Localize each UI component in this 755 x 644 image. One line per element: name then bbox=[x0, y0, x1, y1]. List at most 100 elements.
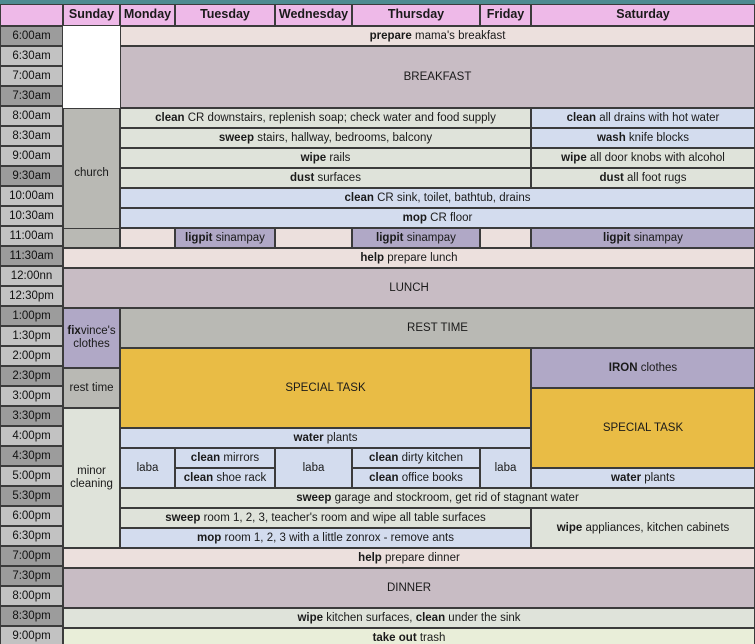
sweep-garage[interactable]: sweep garage and stockroom, get rid of s… bbox=[120, 488, 755, 508]
prepare-mamas-breakfast[interactable]: prepare mama's breakfast bbox=[120, 26, 755, 46]
wash-knife-blocks[interactable]: wash knife blocks bbox=[531, 128, 755, 148]
mop-cr-floor[interactable]: mop CR floor bbox=[120, 208, 755, 228]
special-task-main[interactable]: SPECIAL TASK bbox=[120, 348, 531, 428]
fix-vinces-clothes[interactable]: fixvince's clothes bbox=[63, 308, 120, 368]
minor-cleaning-label: minor cleaning bbox=[66, 465, 117, 490]
ligpit-tuesday[interactable]: ligpit sinampay bbox=[175, 228, 275, 248]
laba-monday[interactable]: laba bbox=[120, 448, 175, 488]
label-bold: clean bbox=[190, 451, 221, 464]
label-rest: kitchen surfaces, bbox=[323, 611, 416, 624]
wipe-appliances[interactable]: wipe appliances, kitchen cabinets bbox=[531, 508, 755, 548]
label-bold: wash bbox=[596, 131, 626, 144]
dinner[interactable]: DINNER bbox=[63, 568, 755, 608]
rest-time-sunday-label: rest time bbox=[69, 382, 113, 395]
dust-foot-rugs[interactable]: dust all foot rugs bbox=[531, 168, 755, 188]
label-bold: clean bbox=[369, 471, 399, 484]
ligpit-monday-blank[interactable] bbox=[120, 228, 175, 248]
sweep-rooms[interactable]: sweep room 1, 2, 3, teacher's room and w… bbox=[120, 508, 531, 528]
day-header-label: Wednesday bbox=[278, 7, 349, 22]
time-label-800pm: 8:00pm bbox=[0, 586, 63, 606]
special-task-saturday[interactable]: SPECIAL TASK bbox=[531, 388, 755, 468]
day-header-saturday: Saturday bbox=[531, 4, 755, 26]
label-rest: BREAKFAST bbox=[403, 70, 472, 83]
time-label-text: 9:00am bbox=[12, 149, 51, 162]
clean-cr-downstairs[interactable]: clean CR downstairs, replenish soap; che… bbox=[120, 108, 531, 128]
iron-clothes[interactable]: IRON clothes bbox=[531, 348, 755, 388]
label-rest: LUNCH bbox=[389, 281, 429, 294]
time-label-text: 8:30pm bbox=[12, 609, 51, 622]
time-label-text: 6:30am bbox=[12, 49, 51, 62]
time-label-300pm: 3:00pm bbox=[0, 386, 63, 406]
mop-rooms[interactable]: mop room 1, 2, 3 with a little zonrox - … bbox=[120, 528, 531, 548]
take-out-trash-label: take out trash bbox=[373, 632, 446, 644]
rest-time[interactable]: REST TIME bbox=[120, 308, 755, 348]
ligpit-thursday[interactable]: ligpit sinampay bbox=[352, 228, 480, 248]
help-prepare-lunch[interactable]: help prepare lunch bbox=[63, 248, 755, 268]
dust-surfaces-label: dust surfaces bbox=[290, 172, 361, 185]
time-label-text: 7:00am bbox=[12, 69, 51, 82]
wipe-rails[interactable]: wipe rails bbox=[120, 148, 531, 168]
wipe-door-knobs[interactable]: wipe all door knobs with alcohol bbox=[531, 148, 755, 168]
clean-all-drains[interactable]: clean all drains with hot water bbox=[531, 108, 755, 128]
time-label-text: 1:00pm bbox=[12, 309, 51, 322]
label-rest: surfaces bbox=[314, 171, 361, 184]
label-bold: sweep bbox=[296, 491, 332, 504]
help-prepare-dinner[interactable]: help prepare dinner bbox=[63, 548, 755, 568]
clean-cr-sink[interactable]: clean CR sink, toilet, bathtub, drains bbox=[120, 188, 755, 208]
help-prepare-dinner-label: help prepare dinner bbox=[358, 552, 460, 565]
label-bold: water bbox=[293, 431, 324, 444]
water-plants-saturday-label: water plants bbox=[611, 472, 675, 485]
time-label-230pm: 2:30pm bbox=[0, 366, 63, 386]
label-bold: prepare bbox=[369, 29, 412, 42]
clean-shoe-rack[interactable]: clean shoe rack bbox=[175, 468, 275, 488]
minor-cleaning[interactable]: minor cleaning bbox=[63, 408, 120, 548]
dust-surfaces[interactable]: dust surfaces bbox=[120, 168, 531, 188]
sweep-garage-label: sweep garage and stockroom, get rid of s… bbox=[296, 492, 579, 505]
ligpit-wednesday-blank[interactable] bbox=[275, 228, 352, 248]
church-label: church bbox=[74, 167, 109, 180]
ligpit-saturday[interactable]: ligpit sinampay bbox=[531, 228, 755, 248]
sweep-rooms-label: sweep room 1, 2, 3, teacher's room and w… bbox=[165, 512, 486, 525]
time-label-530pm: 5:30pm bbox=[0, 486, 63, 506]
breakfast[interactable]: BREAKFAST bbox=[120, 46, 755, 108]
prepare-mamas-breakfast-label: prepare mama's breakfast bbox=[370, 30, 506, 43]
water-plants-weekday-label: water plants bbox=[294, 432, 358, 445]
clean-mirrors[interactable]: clean mirrors bbox=[175, 448, 275, 468]
label-rest: room 1, 2, 3, teacher's room and wipe al… bbox=[200, 511, 486, 524]
ligpit-friday-blank[interactable] bbox=[480, 228, 531, 248]
label-bold: clean bbox=[183, 471, 214, 484]
time-label-text: 8:00pm bbox=[12, 589, 51, 602]
help-prepare-lunch-label: help prepare lunch bbox=[360, 252, 457, 265]
ligpit-sunday-blank[interactable] bbox=[63, 228, 120, 248]
sweep-stairs[interactable]: sweep stairs, hallway, bedrooms, balcony bbox=[120, 128, 531, 148]
label-rest-2: under the sink bbox=[445, 611, 521, 624]
take-out-trash[interactable]: take out trash bbox=[63, 628, 755, 644]
ligpit-tuesday-label: ligpit sinampay bbox=[185, 232, 265, 245]
water-plants-weekday[interactable]: water plants bbox=[120, 428, 531, 448]
clean-office-books[interactable]: clean office books bbox=[352, 468, 480, 488]
time-label-text: 7:30am bbox=[12, 89, 51, 102]
time-label-730am: 7:30am bbox=[0, 86, 63, 106]
church[interactable]: church bbox=[63, 108, 120, 238]
time-label-900am: 9:00am bbox=[0, 146, 63, 166]
laba-wednesday[interactable]: laba bbox=[275, 448, 352, 488]
lunch[interactable]: LUNCH bbox=[63, 268, 755, 308]
laba-friday[interactable]: laba bbox=[480, 448, 531, 488]
clean-dirty-kitchen[interactable]: clean dirty kitchen bbox=[352, 448, 480, 468]
time-label-730pm: 7:30pm bbox=[0, 566, 63, 586]
rest-time-sunday[interactable]: rest time bbox=[63, 368, 120, 408]
day-header-label: Friday bbox=[486, 7, 525, 22]
time-label-600am: 6:00am bbox=[0, 26, 63, 46]
label-rest: plants bbox=[323, 431, 358, 444]
time-label-text: 10:00am bbox=[9, 189, 54, 202]
label-rest: shoe rack bbox=[213, 471, 267, 484]
label-rest: room 1, 2, 3 with a little zonrox - remo… bbox=[221, 531, 454, 544]
time-label-text: 9:30am bbox=[12, 169, 51, 182]
time-label-700pm: 7:00pm bbox=[0, 546, 63, 566]
label-rest: church bbox=[74, 166, 109, 179]
water-plants-saturday[interactable]: water plants bbox=[531, 468, 755, 488]
time-label-630am: 6:30am bbox=[0, 46, 63, 66]
time-label-1230pm: 12:30pm bbox=[0, 286, 63, 306]
wipe-kitchen-surfaces[interactable]: wipe kitchen surfaces, clean under the s… bbox=[63, 608, 755, 628]
time-label-text: 6:00pm bbox=[12, 509, 51, 522]
